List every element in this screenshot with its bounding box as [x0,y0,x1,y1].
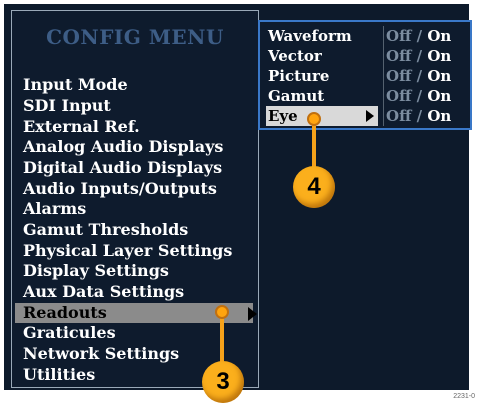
menu-item-analog-audio-displays[interactable]: Analog Audio Displays [15,137,253,157]
submenu-arrow-icon [248,307,257,321]
toggle-off-text: Off [386,87,412,105]
toggle-separator: / [416,67,423,85]
instrument-screen: CONFIG MENU Input Mode SDI Input Externa… [4,4,472,403]
figure-id: 2231-0 [453,393,475,400]
submenu-arrow-icon [366,110,374,122]
menu-item-gamut-thresholds[interactable]: Gamut Thresholds [15,220,253,240]
callout-3-line [220,312,224,364]
off-on-toggle[interactable]: Off / On [386,106,472,126]
callout-4-line [312,119,316,169]
toggle-on-text: On [427,107,452,125]
submenu-label: Gamut [268,87,325,105]
submenu-row-vector[interactable]: Vector Off / On [266,46,466,66]
menu-item-alarms[interactable]: Alarms [15,199,253,219]
menu-item-external-ref[interactable]: External Ref. [15,117,253,137]
callout-4-badge: 4 [293,166,335,208]
toggle-on-text: On [427,67,452,85]
submenu-label: Picture [268,67,330,85]
toggle-separator: / [416,87,423,105]
toggle-separator: / [416,27,423,45]
menu-item-graticules[interactable]: Graticules [15,323,253,343]
menu-item-audio-inputs-outputs[interactable]: Audio Inputs/Outputs [15,179,253,199]
submenu-label: Eye [266,106,378,126]
callout-4-dot [307,112,321,126]
menu-item-input-mode[interactable]: Input Mode [15,75,253,95]
toggle-off-text: Off [386,27,412,45]
submenu-row-picture[interactable]: Picture Off / On [266,66,466,86]
menu-item-physical-layer-settings[interactable]: Physical Layer Settings [15,241,253,261]
off-on-toggle[interactable]: Off / On [386,66,472,86]
submenu-row-waveform[interactable]: Waveform Off / On [266,26,466,46]
column-divider [383,26,384,46]
column-divider [383,106,384,126]
readouts-submenu: Waveform Off / On Vector Off / On Pictur… [258,20,472,130]
toggle-on-text: On [427,27,452,45]
callout-3-dot [215,305,229,319]
menu-item-sdi-input[interactable]: SDI Input [15,96,253,116]
toggle-off-text: Off [386,67,412,85]
toggle-off-text: Off [386,47,412,65]
menu-item-digital-audio-displays[interactable]: Digital Audio Displays [15,158,253,178]
submenu-row-eye[interactable]: Eye Off / On [266,106,466,126]
menu-title: CONFIG MENU [46,25,224,49]
toggle-on-text: On [427,87,452,105]
toggle-separator: / [416,107,423,125]
toggle-separator: / [416,47,423,65]
callout-3-badge: 3 [202,361,244,403]
menu-item-aux-data-settings[interactable]: Aux Data Settings [15,282,253,302]
column-divider [383,86,384,106]
toggle-on-text: On [427,47,452,65]
toggle-off-text: Off [386,107,412,125]
submenu-label: Vector [268,47,322,65]
menu-item-display-settings[interactable]: Display Settings [15,261,253,281]
off-on-toggle[interactable]: Off / On [386,46,472,66]
off-on-toggle[interactable]: Off / On [386,26,472,46]
submenu-label: Waveform [268,27,352,45]
column-divider [383,46,384,66]
submenu-row-gamut[interactable]: Gamut Off / On [266,86,466,106]
column-divider [383,66,384,86]
off-on-toggle[interactable]: Off / On [386,86,472,106]
menu-item-readouts-label: Readouts [23,303,107,322]
